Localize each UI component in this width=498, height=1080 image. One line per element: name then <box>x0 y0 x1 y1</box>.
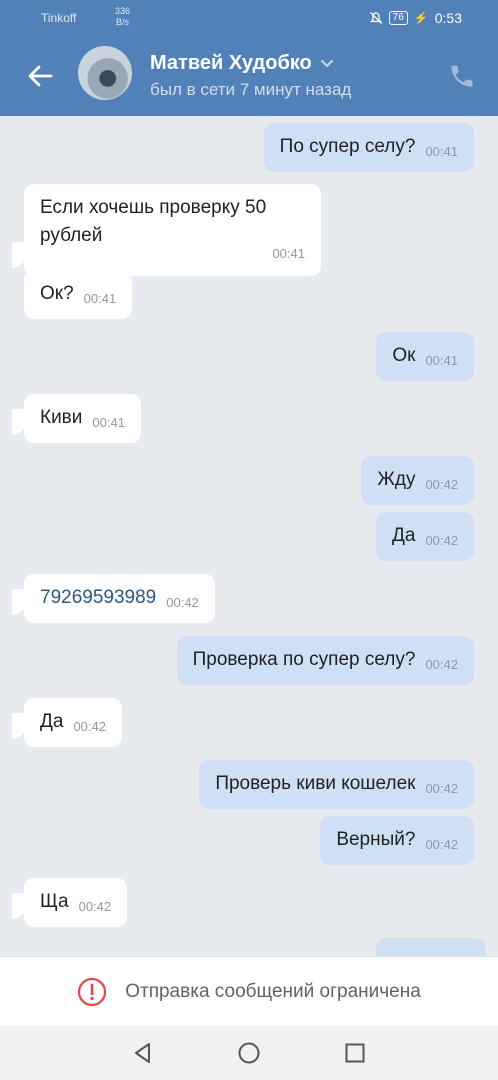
message-time: 00:41 <box>272 246 305 261</box>
message-text: Киви <box>40 407 83 428</box>
contact-name: Матвей Худобко <box>150 52 312 74</box>
system-nav-bar <box>0 1026 498 1080</box>
message-text: Да <box>392 525 416 546</box>
status-right: 76 ⚡ 0:53 <box>369 10 462 26</box>
message-time: 00:42 <box>425 837 458 852</box>
phone-number-link[interactable]: 79269593989 <box>40 587 156 608</box>
avatar[interactable] <box>78 46 132 100</box>
message-outgoing[interactable]: По супер селу? 00:41 <box>263 123 474 172</box>
message-incoming[interactable]: Если хочешь проверку 50 рублей 00:41 <box>12 184 321 276</box>
last-seen: был в сети 7 минут назад <box>150 80 352 99</box>
mute-icon <box>369 12 382 24</box>
restriction-text: Отправка сообщений ограничена <box>125 981 421 1002</box>
chevron-down-icon <box>320 59 333 67</box>
nav-home-icon[interactable] <box>237 1041 261 1065</box>
message-incoming[interactable]: Ок? 00:41 <box>24 270 133 319</box>
message-text: Ок <box>392 345 416 366</box>
message-text: Ща <box>40 891 69 912</box>
message-incoming[interactable]: Да 00:42 <box>12 698 122 747</box>
message-text: Ок? <box>40 283 74 304</box>
message-time: 00:41 <box>425 144 458 159</box>
message-incoming[interactable]: 79269593989 00:42 <box>12 574 215 623</box>
warning-circle-icon <box>78 977 107 1007</box>
message-text: Да <box>40 711 64 732</box>
charging-icon: ⚡ <box>413 11 429 25</box>
message-time: 00:41 <box>92 415 125 430</box>
net-speed-unit: B/s <box>116 17 130 27</box>
message-text: По супер селу? <box>279 136 416 157</box>
message-time: 00:42 <box>166 595 199 610</box>
message-time: 00:42 <box>78 899 112 914</box>
message-list[interactable]: По супер селу? 00:41 Если хочешь проверку… <box>0 116 498 956</box>
message-outgoing[interactable]: Жду 00:42 <box>361 456 474 505</box>
contact-name-dropdown[interactable]: Матвей Худобко <box>150 52 334 75</box>
message-incoming[interactable]: Киви 00:41 <box>12 394 141 443</box>
status-bar: Tinkoff 336 B/s 76 ⚡ 0:53 <box>0 0 498 36</box>
nav-recents-icon[interactable] <box>343 1041 367 1065</box>
restriction-banner: Отправка сообщений ограничена <box>0 956 498 1027</box>
message-incoming[interactable]: Ща 00:42 <box>11 878 128 927</box>
message-text: Проверка по супер селу? <box>192 649 416 670</box>
message-outgoing[interactable]: Проверь киви кошелек 00:42 <box>199 760 474 809</box>
net-speed: 336 B/s <box>115 6 130 28</box>
app-header: Tinkoff 336 B/s 76 ⚡ 0:53 Матвей Худобко… <box>0 0 498 116</box>
message-time: 00:42 <box>425 657 458 672</box>
net-speed-value: 336 <box>115 6 131 16</box>
message-time: 00:41 <box>425 353 458 368</box>
battery-indicator: 76 <box>388 11 408 25</box>
phone-icon[interactable] <box>448 62 476 90</box>
message-text: Жду <box>377 469 416 490</box>
message-outgoing-partial[interactable] <box>376 938 486 956</box>
message-outgoing[interactable]: Верный? 00:42 <box>320 816 474 865</box>
message-text: Если хочешь проверку 50 рублей <box>40 197 267 246</box>
message-outgoing[interactable]: Да 00:42 <box>376 512 474 561</box>
message-time: 00:42 <box>73 719 106 734</box>
message-outgoing[interactable]: Ок 00:41 <box>376 332 474 381</box>
clock: 0:53 <box>434 10 462 26</box>
message-text: Верный? <box>336 829 416 850</box>
message-time: 00:42 <box>425 781 458 796</box>
message-time: 00:41 <box>83 291 117 306</box>
message-text: Проверь киви кошелек <box>215 773 416 794</box>
arrow-left-icon <box>28 65 53 87</box>
message-time: 00:42 <box>425 533 458 548</box>
back-button[interactable] <box>22 58 58 94</box>
nav-back-icon[interactable] <box>131 1041 155 1065</box>
message-time: 00:42 <box>425 477 458 492</box>
carrier-label: Tinkoff <box>41 11 77 25</box>
message-outgoing[interactable]: Проверка по супер селу? 00:42 <box>176 636 474 685</box>
